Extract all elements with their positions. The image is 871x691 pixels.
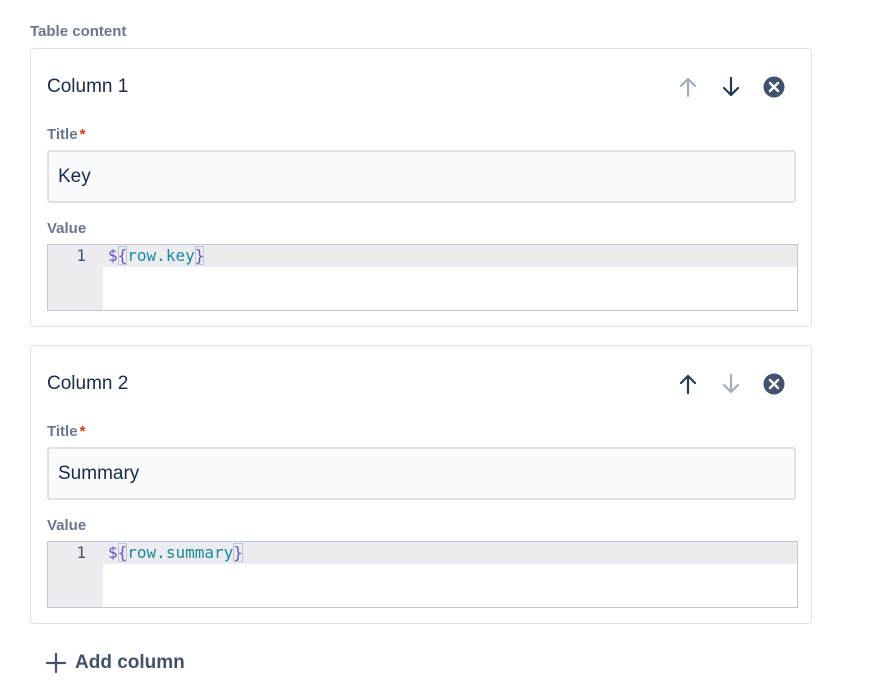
remove-circle-icon	[763, 76, 785, 98]
code-line[interactable]: ${row.summary}	[108, 542, 243, 564]
required-marker: *	[79, 126, 86, 143]
required-marker: *	[79, 423, 86, 440]
editor-gutter: 1	[48, 542, 103, 607]
add-column-button[interactable]: Add column	[46, 651, 185, 675]
remove-circle-icon	[763, 373, 785, 395]
plus-icon	[46, 653, 66, 673]
template-open-brace: {	[117, 246, 128, 265]
template-expression: row.summary	[127, 543, 234, 562]
arrow-down-icon	[722, 76, 740, 97]
column-card-1: Column 1 Title* Value 1 ${row.key}	[30, 48, 812, 327]
template-dollar: $	[108, 543, 118, 562]
value-label: Value	[47, 517, 87, 534]
add-column-label: Add column	[75, 652, 185, 673]
value-code-editor[interactable]: 1 ${row.summary}	[47, 541, 798, 608]
move-down-button[interactable]	[719, 75, 743, 99]
template-close-brace: }	[233, 543, 243, 562]
template-dollar: $	[108, 246, 118, 265]
move-up-button[interactable]	[676, 372, 700, 396]
active-line-highlight	[103, 245, 797, 267]
arrow-down-icon	[722, 373, 740, 394]
column-card-2: Column 2 Title* Value 1 ${row.summary}	[30, 345, 812, 624]
title-label: Title *	[47, 126, 85, 143]
move-up-button[interactable]	[676, 75, 700, 99]
title-label: Title *	[47, 423, 85, 440]
title-input[interactable]	[47, 150, 796, 203]
template-open-brace: {	[117, 543, 128, 562]
value-code-editor[interactable]: 1 ${row.key}	[47, 244, 798, 311]
arrow-up-icon	[679, 77, 697, 98]
column-heading: Column 1	[47, 76, 129, 97]
remove-column-button[interactable]	[762, 372, 786, 396]
value-label: Value	[47, 220, 87, 237]
move-down-button[interactable]	[719, 372, 743, 396]
section-label: Table content	[30, 23, 127, 40]
column-heading: Column 2	[47, 373, 129, 394]
title-input[interactable]	[47, 447, 796, 500]
title-label-text: Title	[47, 126, 78, 143]
template-close-brace: }	[194, 246, 205, 265]
code-line[interactable]: ${row.key}	[108, 245, 205, 267]
line-number: 1	[76, 246, 86, 265]
template-expression: row.key	[127, 246, 195, 265]
editor-gutter: 1	[48, 245, 103, 310]
line-number: 1	[76, 543, 86, 562]
title-label-text: Title	[47, 423, 78, 440]
arrow-up-icon	[679, 374, 697, 395]
remove-column-button[interactable]	[762, 75, 786, 99]
